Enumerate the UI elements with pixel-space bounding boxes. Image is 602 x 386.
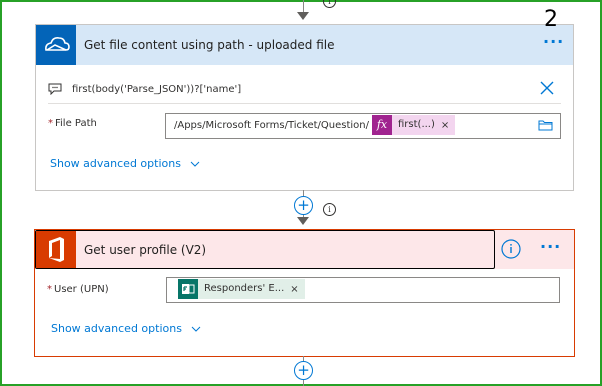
show-advanced-options-link[interactable]: Show advanced options [51,322,201,335]
user-upn-input[interactable]: Responders' E... × [166,277,560,303]
onedrive-cloud-icon [36,25,76,65]
token-label: first(...) [398,119,435,130]
user-upn-label: * User (UPN) [47,284,109,295]
chevron-down-icon [191,161,200,167]
responders-email-token[interactable]: Responders' E... × [178,279,305,299]
fx-icon: fx [372,115,392,135]
show-advanced-options-label: Show advanced options [50,157,181,170]
step-number: 2 [544,7,558,32]
token-remove-icon[interactable]: × [290,284,304,295]
file-path-label-text: File Path [55,118,97,129]
token-label: Responders' E... [204,283,285,294]
show-advanced-options-link[interactable]: Show advanced options [50,157,200,170]
arrow-down-icon [297,217,309,225]
user-upn-label-text: User (UPN) [54,284,109,295]
info-icon[interactable] [501,239,521,262]
office-icon [36,231,76,268]
add-step-plus-icon[interactable]: + [294,361,313,380]
card-title-box[interactable]: Get user profile (V2) [35,230,495,269]
arrow-down-icon [297,12,309,20]
card-title: Get user profile (V2) [84,243,207,257]
close-icon[interactable] [540,81,554,98]
expression-text: first(body('Parse_JSON'))?['name'] [72,84,242,95]
card-title: Get file content using path - uploaded f… [84,38,335,52]
action-card-get-user-profile: Get user profile (V2) ··· * User (UPN) Re… [34,229,575,357]
file-path-input[interactable]: /Apps/Microsoft Forms/Ticket/Question/ f… [165,113,561,139]
required-mark: * [48,118,53,129]
comment-icon [48,83,62,98]
file-path-label: * File Path [48,118,97,129]
expression-token[interactable]: fx first(...) × [372,115,456,135]
token-remove-icon[interactable]: × [441,120,455,131]
card-header[interactable]: Get user profile (V2) ··· [35,230,574,269]
forms-icon [178,279,198,299]
more-options-icon[interactable]: ··· [543,32,564,51]
info-icon-middle[interactable]: i [323,203,336,216]
show-advanced-options-label: Show advanced options [51,322,182,335]
add-step-plus-icon[interactable]: + [294,196,313,215]
action-card-get-file-content: Get file content using path - uploaded f… [35,7,574,191]
file-path-value: /Apps/Microsoft Forms/Ticket/Question/ [174,120,369,131]
required-mark: * [47,284,52,295]
chevron-down-icon [192,326,201,332]
card-header[interactable]: Get file content using path - uploaded f… [36,25,573,65]
folder-icon[interactable] [538,119,553,134]
more-options-icon[interactable]: ··· [540,237,561,256]
divider [48,103,561,104]
